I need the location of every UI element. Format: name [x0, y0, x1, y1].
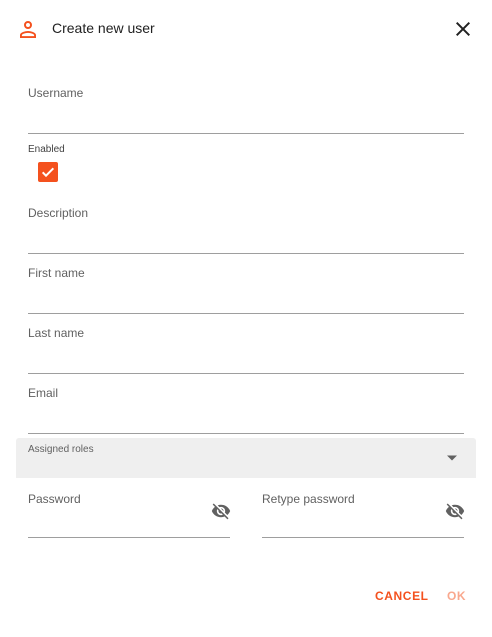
- email-label: Email: [28, 386, 59, 400]
- email-field: Email: [28, 386, 464, 434]
- visibility-off-icon[interactable]: [445, 501, 465, 521]
- username-field: Username: [28, 86, 464, 134]
- create-user-dialog: Create new user Username Enabled Descrip…: [0, 0, 492, 637]
- retype-password-label: Retype password: [262, 492, 355, 506]
- close-icon[interactable]: [451, 17, 475, 41]
- check-icon: [41, 167, 55, 178]
- last-name-field: Last name: [28, 326, 464, 374]
- retype-password-field: Retype password: [262, 492, 465, 538]
- dialog-header: Create new user: [0, 0, 492, 60]
- dropdown-arrow-icon: [447, 455, 457, 461]
- first-name-input[interactable]: [28, 282, 464, 306]
- first-name-label: First name: [28, 266, 85, 280]
- retype-password-underline: [262, 537, 464, 538]
- last-name-input[interactable]: [28, 342, 464, 366]
- password-label: Password: [28, 492, 81, 506]
- assigned-roles-select[interactable]: Assigned roles: [16, 438, 476, 478]
- description-input[interactable]: [28, 222, 464, 246]
- enabled-checkbox[interactable]: [38, 162, 58, 182]
- cancel-button[interactable]: CANCEL: [375, 589, 429, 603]
- last-name-underline: [28, 373, 464, 374]
- enabled-label: Enabled: [28, 144, 65, 155]
- password-field: Password: [28, 492, 231, 538]
- visibility-off-icon[interactable]: [211, 501, 231, 521]
- last-name-label: Last name: [28, 326, 85, 340]
- username-input[interactable]: [28, 102, 464, 126]
- first-name-underline: [28, 313, 464, 314]
- dialog-title: Create new user: [52, 20, 155, 36]
- password-underline: [28, 537, 230, 538]
- description-field: Description: [28, 206, 464, 254]
- retype-password-input[interactable]: [262, 506, 432, 530]
- user-icon: [20, 21, 36, 38]
- assigned-roles-label: Assigned roles: [28, 444, 94, 455]
- username-underline: [28, 133, 464, 134]
- ok-button[interactable]: OK: [447, 589, 466, 603]
- username-label: Username: [28, 86, 84, 100]
- password-input[interactable]: [28, 506, 198, 530]
- description-label: Description: [28, 206, 89, 220]
- first-name-field: First name: [28, 266, 464, 314]
- email-input[interactable]: [28, 402, 464, 426]
- description-underline: [28, 253, 464, 254]
- email-underline: [28, 433, 464, 434]
